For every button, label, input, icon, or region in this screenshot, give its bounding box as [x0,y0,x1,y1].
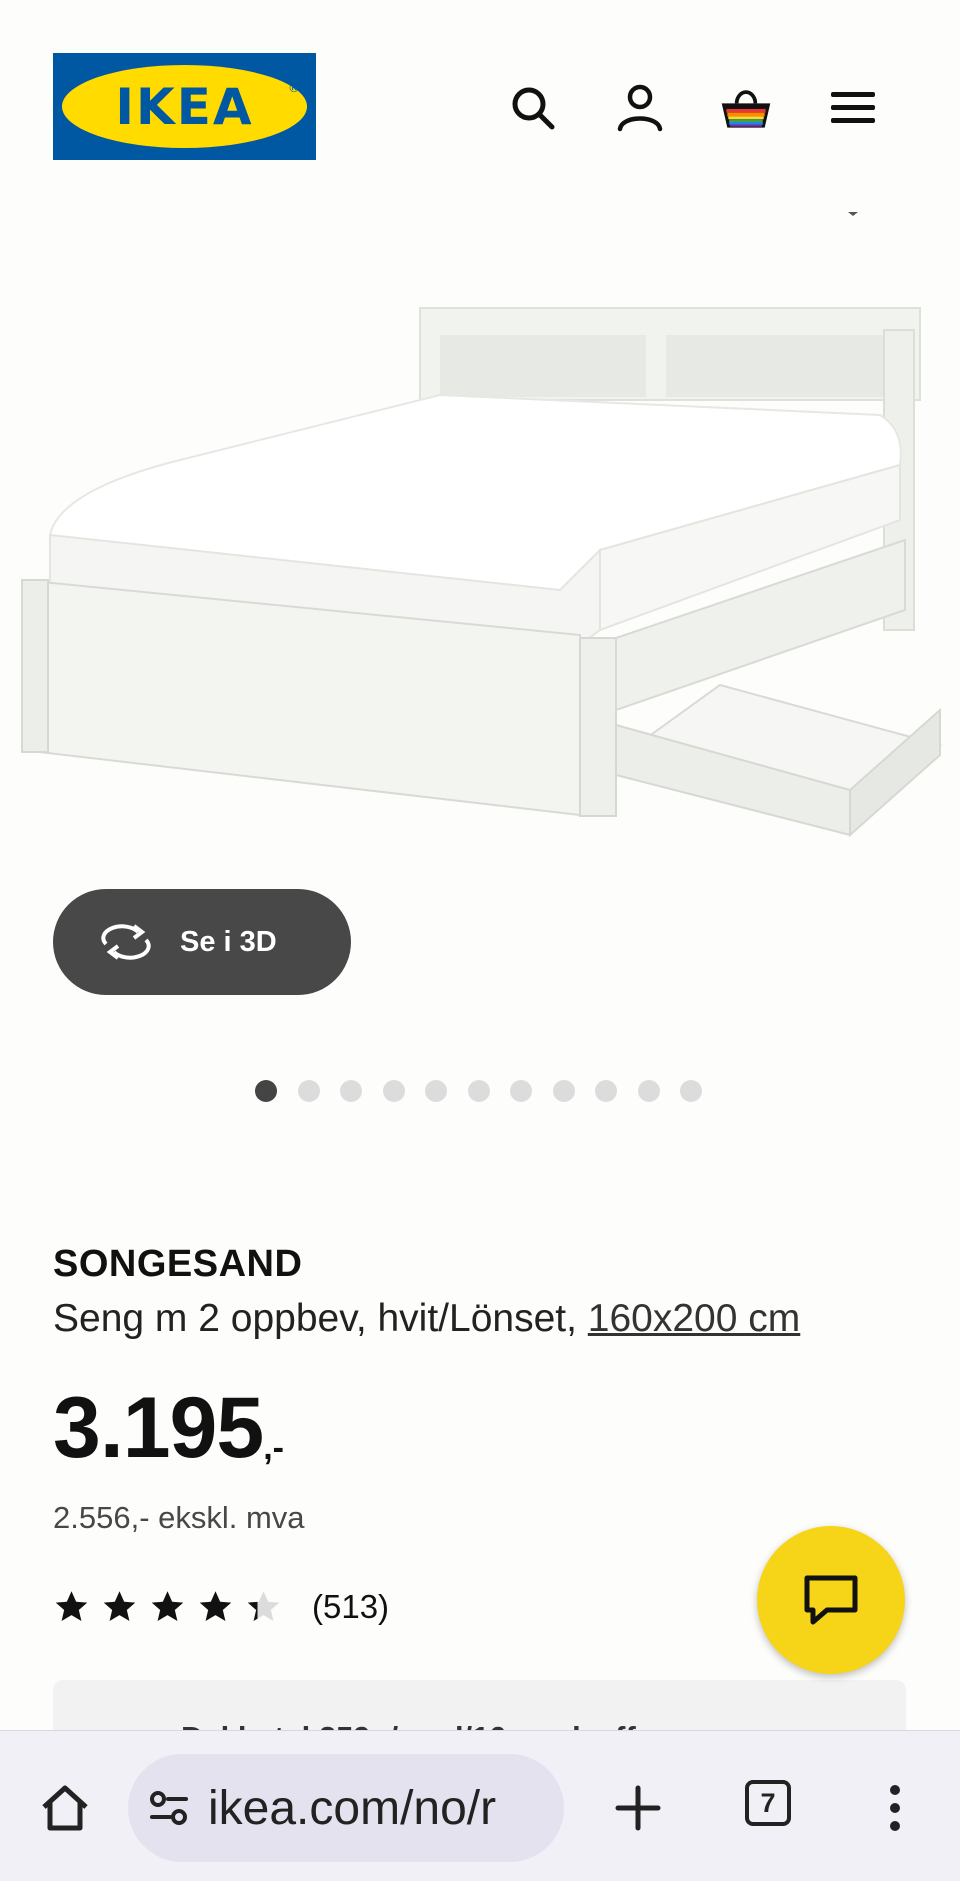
logo-registered-mark: ® [288,81,300,95]
gallery-pagination [255,1080,702,1104]
menu-icon[interactable] [825,80,881,136]
site-header: IKEA ® [0,0,960,190]
url-text: ikea.com/no/r [208,1781,497,1835]
product-description: Seng m 2 oppbev, hvit/Lönset, 160x200 cm [53,1297,800,1341]
gallery-dot[interactable] [297,1080,320,1102]
page: IKEA ® Se i 3D SONGESAND Seng m 2 oppbev… [0,0,960,1881]
more-options-icon[interactable] [870,1776,920,1840]
browser-toolbar: ikea.com/no/r 7 [0,1730,960,1881]
gallery-dot[interactable] [467,1080,490,1102]
view-3d-button[interactable]: Se i 3D [53,889,351,995]
gallery-dot[interactable] [340,1080,362,1102]
gallery-dot[interactable] [425,1080,447,1102]
product-image[interactable] [0,190,960,850]
tab-switcher-button[interactable]: 7 [745,1780,791,1826]
chat-button[interactable] [757,1526,905,1674]
star-full-icon [151,1591,184,1621]
rating-stars [53,1589,282,1625]
site-settings-icon[interactable] [148,1788,190,1828]
new-tab-icon[interactable] [606,1776,670,1840]
price-excluding-vat: 2.556,- ekskl. mva [53,1500,305,1535]
size-link[interactable]: 160x200 cm [588,1297,800,1340]
rotate-3d-icon [101,924,151,960]
chat-icon [804,1575,858,1625]
product-price: 3.195 ,- [53,1385,284,1471]
basket-icon[interactable] [718,80,774,136]
product-rating[interactable]: (513) [53,1585,389,1629]
product-name: SONGESAND [53,1243,303,1285]
view-3d-label: Se i 3D [180,925,277,958]
ikea-logo[interactable]: IKEA ® [53,53,316,160]
logo-text: IKEA [115,77,254,136]
star-full-icon [55,1591,88,1621]
star-partial-icon [247,1591,280,1621]
search-icon[interactable] [505,80,561,136]
star-full-icon [199,1591,232,1621]
price-main: 3.195 [53,1380,264,1476]
review-count: (513) [312,1588,390,1625]
gallery-dot[interactable] [382,1080,405,1102]
user-icon[interactable] [612,80,668,136]
product-description-text: Seng m 2 oppbev, hvit/Lönset, [53,1297,588,1340]
address-bar[interactable]: ikea.com/no/r [128,1754,564,1862]
gallery-dot[interactable] [255,1080,277,1102]
home-icon[interactable] [33,1776,97,1840]
gallery-dot[interactable] [595,1080,617,1102]
price-suffix: ,- [263,1429,284,1467]
star-full-icon [103,1591,136,1621]
gallery-dot[interactable] [637,1080,660,1102]
gallery-dot[interactable] [552,1080,575,1102]
gallery-dot[interactable] [510,1080,532,1102]
gallery-dot[interactable] [680,1080,702,1102]
